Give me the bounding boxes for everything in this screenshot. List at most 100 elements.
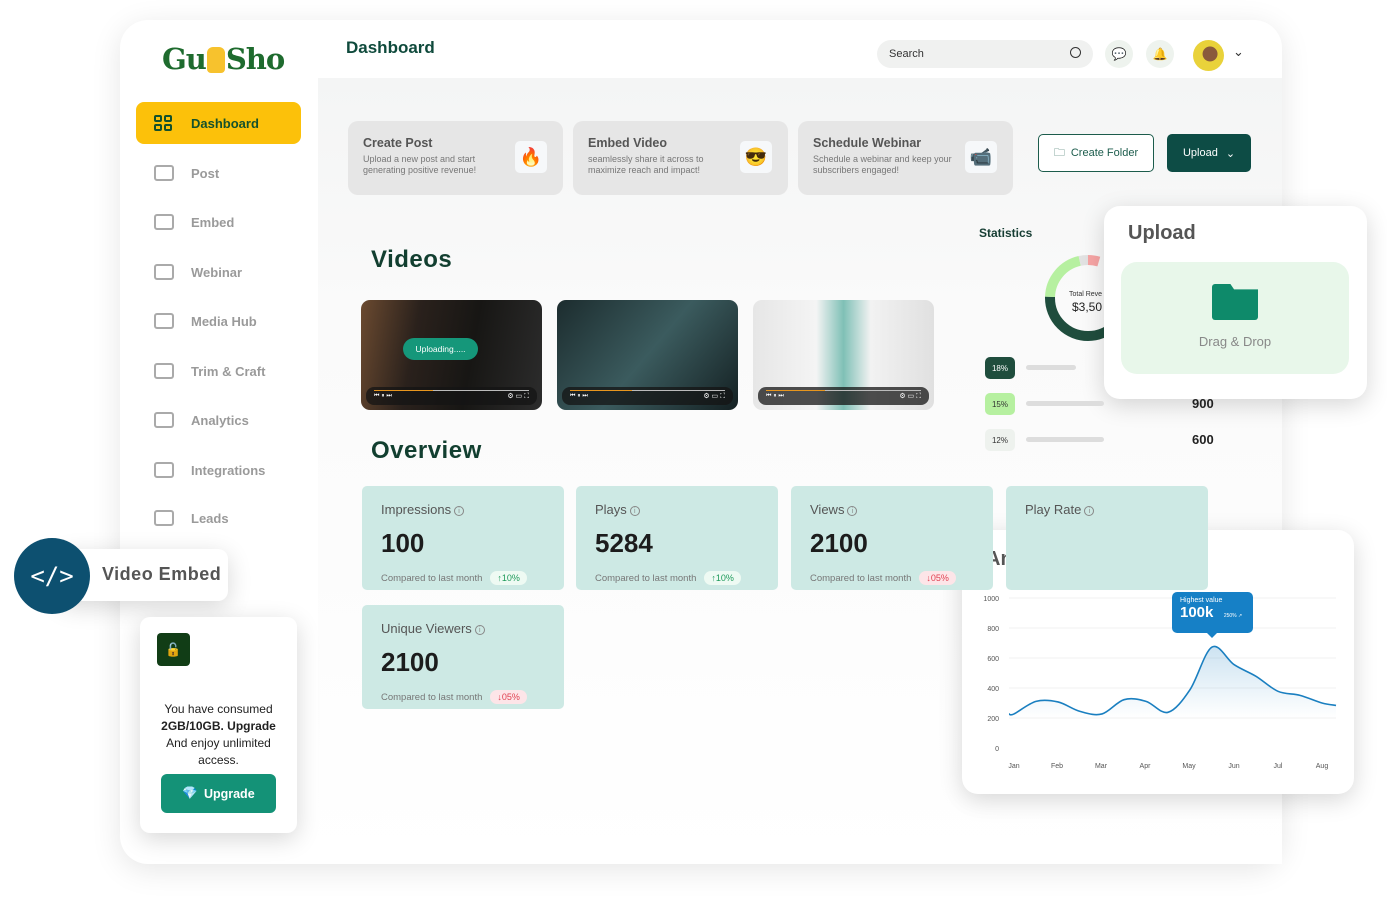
compare-label: Compared to last month (381, 691, 483, 703)
settings-fullscreen-icons[interactable]: ⚙ ▭ ⛶ (507, 392, 529, 401)
x-tick-label: Feb (1051, 763, 1063, 770)
sidebar-item-integrations[interactable]: Integrations (136, 449, 301, 491)
drop-zone[interactable]: Drag & Drop (1121, 262, 1349, 374)
chevron-down-icon: ⌄ (1225, 147, 1236, 160)
action-icon: 📹 (965, 141, 997, 173)
change-badge: ↑10% (490, 571, 527, 585)
x-tick-label: Aug (1316, 763, 1329, 770)
settings-fullscreen-icons[interactable]: ⚙ ▭ ⛶ (703, 392, 725, 401)
y-tick-label: 800 (987, 626, 999, 633)
sidebar-item-media-hub[interactable]: Media Hub (136, 300, 301, 342)
tooltip-value: 100k (1180, 604, 1214, 621)
chevron-down-icon[interactable]: ⌄ (1233, 44, 1244, 60)
playback-icons[interactable]: ⏮⏸⏭ (374, 393, 394, 400)
upload-button[interactable]: Upload ⌄ (1167, 134, 1251, 172)
sidebar-item-dashboard[interactable]: Dashboard (136, 102, 301, 144)
action-card-1[interactable]: Embed Video seamlessly share it across t… (573, 121, 788, 195)
tooltip-change: 250% ↗ (1223, 613, 1243, 619)
stat-bar (1026, 365, 1076, 370)
user-icon (154, 510, 174, 526)
stat-name: Play Rate (1025, 502, 1082, 517)
y-tick-label: 400 (987, 686, 999, 693)
screen-icon (154, 264, 174, 280)
video-thumbnail[interactable]: ⏮⏸⏭ ⚙ ▭ ⛶ (753, 300, 934, 410)
upload-card: Upload Drag & Drop (1104, 206, 1367, 399)
compare-label: Compared to last month (381, 572, 483, 584)
videos-heading: Videos (371, 246, 453, 273)
chart-area (1009, 646, 1336, 718)
settings-fullscreen-icons[interactable]: ⚙ ▭ ⛶ (899, 392, 921, 401)
chat-icon[interactable]: 💬 (1105, 40, 1133, 68)
stat-bar (1026, 401, 1104, 406)
sidebar-item-trim-craft[interactable]: Trim & Craft (136, 350, 301, 392)
video-thumbnail[interactable]: ⏮⏸⏭ ⚙ ▭ ⛶ Uploading..... (361, 300, 542, 410)
info-icon[interactable]: i (847, 506, 858, 516)
video-controls[interactable]: ⏮⏸⏭ ⚙ ▭ ⛶ (758, 387, 929, 405)
stat-row-value: 600 (1192, 432, 1214, 447)
y-tick-label: 1000 (983, 596, 999, 603)
video-progress[interactable] (766, 390, 825, 391)
sidebar-item-leads[interactable]: Leads (136, 497, 301, 539)
info-icon[interactable]: i (474, 625, 485, 635)
stat-name: Impressions (381, 502, 452, 517)
media-icon (154, 313, 174, 329)
info-icon[interactable]: i (1084, 506, 1095, 516)
sidebar-item-embed[interactable]: Embed (136, 201, 301, 243)
x-tick-label: Jan (1008, 763, 1019, 770)
upgrade-text-2: 2GB/10GB. Upgrade (161, 719, 276, 733)
video-controls[interactable]: ⏮⏸⏭ ⚙ ▭ ⛶ (562, 387, 733, 405)
stat-card-play-rate[interactable]: Play Rate i (1006, 486, 1208, 590)
search-icon[interactable] (1070, 47, 1081, 58)
sidebar-item-post[interactable]: Post (136, 152, 301, 194)
stat-value: 5284 (595, 528, 653, 558)
compare-label: Compared to last month (810, 572, 912, 584)
upgrade-label: Upgrade (203, 786, 255, 801)
stat-card-impressions[interactable]: Impressions i 100 Compared to last month ↑… (362, 486, 564, 590)
stat-bar (1026, 437, 1104, 442)
action-desc: Schedule a webinar and keep your subscri… (813, 154, 952, 175)
sidebar-item-analytics[interactable]: Analytics (136, 399, 301, 441)
x-tick-label: Jun (1228, 763, 1239, 770)
info-icon[interactable]: i (454, 506, 465, 516)
stat-name: Views (810, 502, 845, 517)
avatar[interactable] (1193, 40, 1224, 71)
playback-icons[interactable]: ⏮⏸⏭ (570, 393, 590, 400)
donut-center-value: $3,50 (1072, 300, 1103, 314)
overview-heading: Overview (371, 437, 482, 464)
sidebar-item-label: Post (191, 165, 220, 181)
search-input[interactable]: Search (877, 40, 1093, 68)
action-desc: Upload a new post and start generating p… (363, 154, 477, 175)
upgrade-text-1: You have consumed (164, 702, 273, 716)
x-tick-label: May (1182, 763, 1196, 770)
stat-value: 2100 (381, 647, 439, 677)
y-tick-label: 0 (995, 746, 999, 753)
logo[interactable]: Gu Sho (162, 42, 285, 76)
sidebar-item-label: Dashboard (191, 115, 259, 131)
drop-label: Drag & Drop (1198, 334, 1272, 349)
bell-icon[interactable]: 🔔 (1146, 40, 1174, 68)
info-icon[interactable]: i (629, 506, 640, 516)
sidebar-item-label: Analytics (191, 412, 249, 428)
stat-card-views[interactable]: Views i 2100 Compared to last month ↓05% (791, 486, 993, 590)
code-icon[interactable]: </> (14, 538, 90, 614)
create-folder-button[interactable]: 🗀 Create Folder (1038, 134, 1154, 172)
stat-name: Unique Viewers (381, 621, 472, 636)
stat-percent-badge: 18% (985, 357, 1015, 379)
stat-card-unique-viewers[interactable]: Unique Viewers i 2100 Compared to last mo… (362, 605, 564, 709)
video-thumbnail[interactable]: ⏮⏸⏭ ⚙ ▭ ⛶ (557, 300, 738, 410)
stat-row-value: 900 (1192, 396, 1214, 411)
upgrade-button[interactable]: 💎 Upgrade (161, 774, 276, 813)
stat-card-plays[interactable]: Plays i 5284 Compared to last month ↑10% (576, 486, 778, 590)
playback-icons[interactable]: ⏮⏸⏭ (766, 393, 786, 400)
action-card-2[interactable]: Schedule Webinar Schedule a webinar and … (798, 121, 1013, 195)
change-badge: ↑10% (704, 571, 741, 585)
video-progress[interactable] (374, 390, 433, 391)
video-progress[interactable] (570, 390, 632, 391)
action-card-0[interactable]: Create Post Upload a new post and start … (348, 121, 563, 195)
video-controls[interactable]: ⏮⏸⏭ ⚙ ▭ ⛶ (366, 387, 537, 405)
sidebar-item-label: Trim & Craft (191, 363, 266, 379)
create-folder-label: Create Folder (1070, 147, 1139, 159)
sidebar-item-webinar[interactable]: Webinar (136, 251, 301, 293)
stat-name: Plays (595, 502, 627, 517)
y-tick-label: 600 (987, 656, 999, 663)
